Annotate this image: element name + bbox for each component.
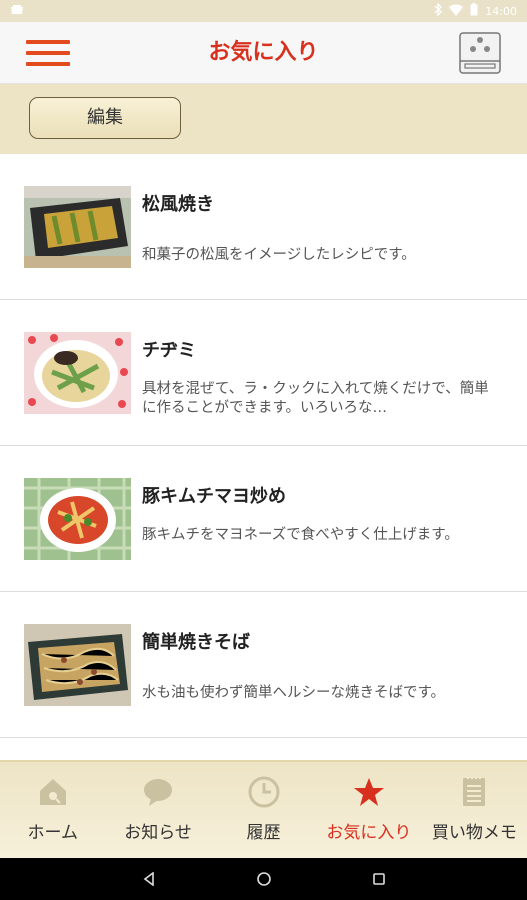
home-nav-button[interactable]: [254, 869, 274, 889]
tab-shopping-memo[interactable]: 買い物メモ: [422, 762, 527, 858]
back-triangle-icon: [143, 872, 154, 886]
system-navigation-bar: [0, 858, 527, 900]
home-circle-icon: [256, 872, 271, 886]
recipe-title: 簡単焼きそば: [142, 632, 250, 653]
tab-label: 履歴: [246, 823, 281, 843]
tab-label: お気に入り: [326, 823, 412, 843]
fridge-button[interactable]: [459, 32, 501, 74]
page-title: お気に入り: [208, 40, 319, 65]
tab-label: お知らせ: [124, 823, 192, 843]
speech-bubble-icon: [144, 779, 173, 806]
tab-history[interactable]: 履歴: [211, 762, 316, 858]
battery-icon: [470, 3, 478, 19]
recipe-description: 豚キムチをマヨネーズで食べやすく仕上げます。: [142, 527, 459, 543]
tab-label: ホーム: [27, 823, 78, 843]
bottom-tab-bar: ホーム お知らせ 履歴 お気に入り 買い物メモ: [0, 760, 527, 858]
list-item[interactable]: 豚キムチマヨ炒め 豚キムチをマヨネーズで食べやすく仕上げます。: [0, 446, 527, 592]
recipe-thumbnail: [24, 186, 131, 268]
recipe-title: チヂミ: [142, 340, 196, 361]
hamburger-menu-icon: [26, 40, 70, 66]
list-item[interactable]: 松風焼き 和菓子の松風をイメージしたレシピです。: [0, 154, 527, 300]
menu-button[interactable]: [26, 40, 70, 68]
recipe-thumbnail: [24, 332, 131, 414]
back-button[interactable]: [139, 869, 159, 889]
status-bar: 14:00: [0, 0, 527, 22]
app-header: お気に入り: [0, 22, 527, 84]
star-icon: [353, 778, 384, 806]
recipe-description: 水も油も使わず簡単ヘルシーな焼きそばです。: [142, 685, 446, 701]
recipe-thumbnail: [24, 478, 131, 560]
wifi-icon: [449, 4, 464, 19]
tab-label: 買い物メモ: [431, 823, 517, 843]
fridge-icon: [459, 32, 501, 74]
clock-icon: [248, 776, 280, 808]
tab-news[interactable]: お知らせ: [105, 762, 210, 858]
recipe-description: 和菓子の松風をイメージしたレシピです。: [142, 247, 416, 263]
notification-icon: [10, 4, 24, 19]
favorites-list: 松風焼き 和菓子の松風をイメージしたレシピです。 チヂミ 具材を混ぜて、ラ・クッ…: [0, 154, 527, 738]
recipe-title: 松風焼き: [142, 194, 214, 215]
recents-square-icon: [372, 873, 385, 885]
recipe-title: 豚キムチマヨ炒め: [142, 486, 286, 507]
list-item[interactable]: 簡単焼きそば 水も油も使わず簡単ヘルシーな焼きそばです。: [0, 592, 527, 738]
toolbar: 編集: [0, 84, 527, 154]
home-icon: [39, 779, 66, 805]
tab-favorites[interactable]: お気に入り: [316, 762, 421, 858]
bluetooth-icon: [434, 2, 443, 19]
recipe-thumbnail: [24, 624, 131, 706]
recipe-description: 具材を混ぜて、ラ・クックに入れて焼くだけで、簡単に作ることができます。いろいろな…: [142, 381, 489, 416]
memo-icon: [463, 776, 486, 806]
tab-home[interactable]: ホーム: [0, 762, 105, 858]
edit-button[interactable]: 編集: [29, 97, 181, 139]
list-item[interactable]: チヂミ 具材を混ぜて、ラ・クックに入れて焼くだけで、簡単に作ることができます。い…: [0, 300, 527, 446]
recents-button[interactable]: [369, 869, 389, 889]
status-time: 14:00: [485, 4, 517, 18]
